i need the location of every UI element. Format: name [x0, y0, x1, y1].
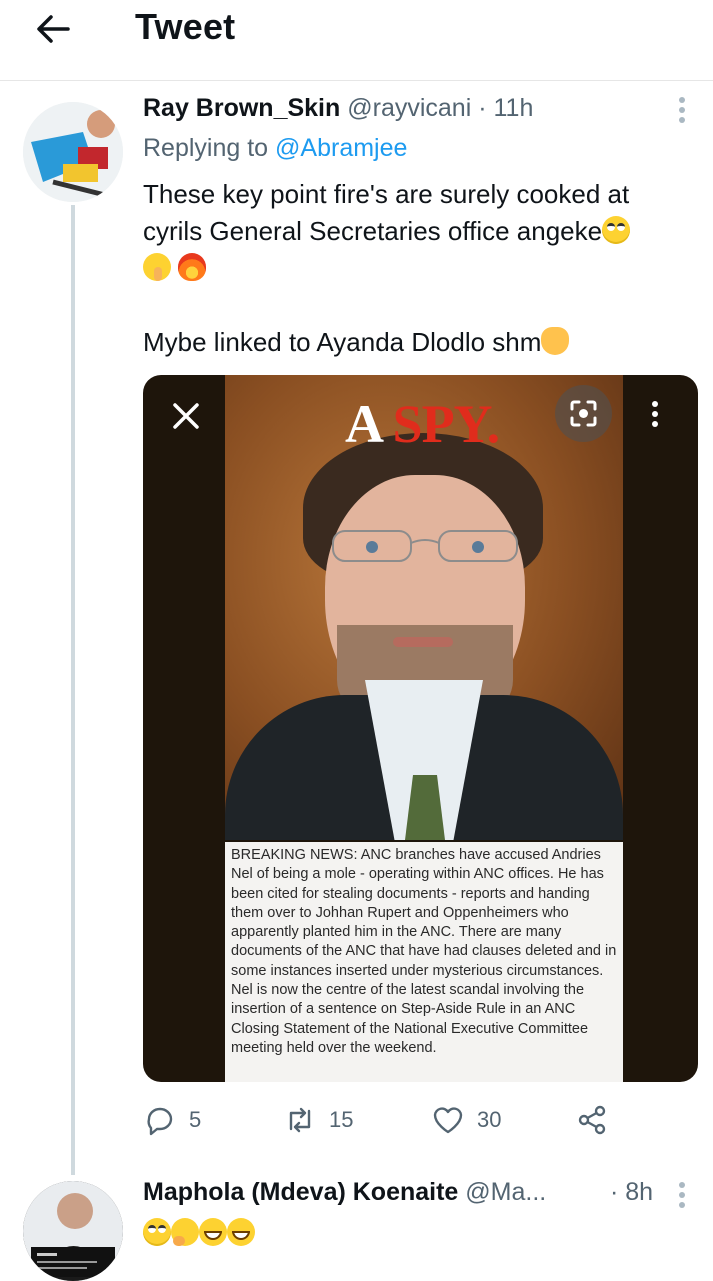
media-more-options-icon[interactable] — [645, 401, 665, 431]
thread-line — [71, 205, 75, 1175]
tweet-text-line: Mybe linked to Ayanda Dlodlo shm — [143, 327, 542, 357]
author-handle[interactable]: @rayvicani — [347, 94, 471, 122]
more-options-icon[interactable] — [672, 1182, 692, 1210]
share-button[interactable] — [575, 1100, 609, 1140]
grinning-sweat-emoji-icon — [199, 1218, 227, 1246]
like-button[interactable]: 30 — [431, 1100, 501, 1140]
shushing-face-emoji-icon — [143, 253, 171, 281]
tweet-text-line-with-emoji: cyrils General Secretaries office angeke — [143, 213, 688, 250]
tweet-media[interactable]: A SPY. BREAKING NEWS: ANC branches have … — [143, 375, 698, 1082]
retweet-icon — [289, 1107, 311, 1133]
tweet-header: Maphola (Mdeva) Koenaite @Ma... — [143, 1178, 546, 1207]
reply-count: 5 — [189, 1107, 202, 1132]
retweet-count: 15 — [329, 1107, 354, 1132]
timestamp[interactable]: 11h — [494, 94, 534, 122]
more-options-icon[interactable] — [672, 97, 692, 125]
tweet-time: · 8h — [610, 1178, 653, 1207]
fire-emoji-icon — [178, 253, 207, 281]
avatar[interactable] — [23, 102, 123, 202]
pointing-down-emoji-icon — [541, 327, 570, 355]
avatar[interactable] — [23, 1181, 123, 1281]
author-name[interactable]: Maphola (Mdeva) Koenaite — [143, 1178, 458, 1206]
tweet-text-line: These key point fire's are surely cooked… — [143, 179, 630, 209]
retweet-button[interactable]: 15 — [283, 1100, 353, 1140]
mouth-shape — [393, 637, 453, 647]
separator-dot: · — [610, 1178, 619, 1206]
timestamp[interactable]: 8h — [625, 1178, 653, 1206]
eye-roll-emoji-icon — [602, 216, 631, 244]
eye-roll-emoji-icon — [143, 1218, 171, 1246]
separator-dot: · — [478, 94, 487, 122]
image-headline: A SPY. — [345, 394, 500, 454]
tweet-text — [143, 1215, 688, 1252]
tweet-text-line: cyrils General Secretaries office angeke — [143, 216, 603, 246]
tweet-actions: 5 15 30 — [143, 1100, 613, 1140]
grinning-sweat-emoji-icon — [227, 1218, 255, 1246]
author-handle[interactable]: @Ma... — [465, 1178, 546, 1206]
heart-icon — [433, 1107, 463, 1134]
top-bar: Tweet — [0, 0, 713, 81]
like-count: 30 — [477, 1107, 502, 1132]
page-title: Tweet — [135, 6, 236, 47]
media-image[interactable]: A SPY. — [225, 375, 623, 840]
reply-button[interactable]: 5 — [143, 1100, 201, 1140]
replying-to-label: Replying to — [143, 134, 269, 162]
lens-scan-icon[interactable] — [555, 385, 612, 442]
author-name[interactable]: Ray Brown_Skin — [143, 94, 340, 122]
close-icon[interactable] — [171, 401, 201, 431]
tweet-header: Ray Brown_Skin @rayvicani · 11h — [143, 94, 533, 123]
replying-to: Replying to @Abramjee — [143, 134, 407, 163]
tweet-text: These key point fire's are surely cooked… — [143, 176, 688, 361]
reply-mention-link[interactable]: @Abramjee — [275, 134, 407, 162]
reply-icon — [147, 1107, 173, 1136]
share-icon — [578, 1105, 606, 1135]
glasses-shape — [332, 530, 518, 562]
thinking-face-emoji-icon — [171, 1218, 199, 1246]
tweet-text-line-with-emoji: Mybe linked to Ayanda Dlodlo shm — [143, 324, 688, 361]
back-arrow-icon[interactable] — [32, 8, 74, 50]
image-caption: BREAKING NEWS: ANC branches have accused… — [225, 842, 623, 1082]
emoji-row — [143, 250, 688, 287]
